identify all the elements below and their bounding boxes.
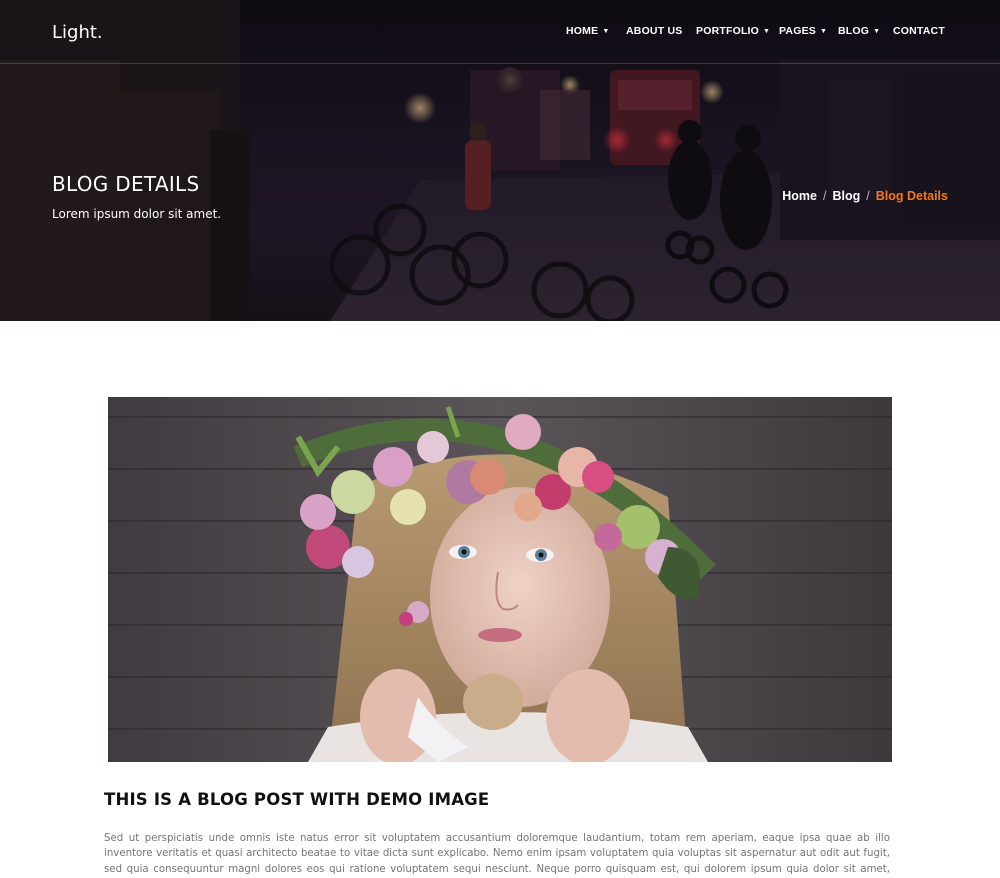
caret-down-icon: ▼: [763, 28, 771, 35]
page-header-hero: Light. HOME ▼ ABOUT US PORTFOLIO ▼ PAGES ▼ …: [0, 0, 1000, 321]
top-navbar: Light. HOME ▼ ABOUT US PORTFOLIO ▼ PAGES ▼ …: [0, 0, 1000, 64]
demo-image-girl-flower-crown: [108, 397, 892, 762]
blog-post-title: THIS IS A BLOG POST WITH DEMO IMAGE: [104, 790, 490, 809]
nav-item-label: PORTFOLIO: [696, 25, 760, 37]
main-nav: HOME ▼ ABOUT US PORTFOLIO ▼ PAGES ▼ BLOG ▼ C…: [0, 25, 1000, 41]
nav-item-label: PAGES: [779, 25, 816, 37]
nav-item-label: CONTACT: [893, 25, 945, 37]
breadcrumb-home-link[interactable]: Home: [782, 189, 817, 203]
breadcrumb-separator: /: [823, 189, 827, 203]
caret-down-icon: ▼: [602, 28, 610, 35]
nav-item-label: BLOG: [838, 25, 870, 37]
page-title: BLOG DETAILS: [52, 172, 200, 196]
breadcrumb-blog-link[interactable]: Blog: [832, 189, 860, 203]
breadcrumb-separator: /: [866, 189, 870, 203]
caret-down-icon: ▼: [873, 28, 881, 35]
nav-item-blog[interactable]: BLOG ▼: [838, 25, 880, 37]
nav-item-label: HOME: [566, 25, 599, 37]
nav-item-about-us[interactable]: ABOUT US: [626, 25, 682, 37]
nav-item-label: ABOUT US: [626, 25, 683, 37]
blog-post-image: [108, 397, 892, 762]
page-subtitle: Lorem ipsum dolor sit amet.: [52, 207, 222, 221]
breadcrumb-current: Blog Details: [875, 189, 948, 203]
nav-item-home[interactable]: HOME ▼: [566, 25, 609, 37]
breadcrumb: Home / Blog / Blog Details: [782, 189, 948, 203]
nav-item-portfolio[interactable]: PORTFOLIO ▼: [696, 25, 770, 37]
blog-post-body: Sed ut perspiciatis unde omnis iste natu…: [104, 833, 890, 875]
nav-item-contact[interactable]: CONTACT: [893, 25, 945, 37]
nav-item-pages[interactable]: PAGES ▼: [779, 25, 827, 37]
caret-down-icon: ▼: [819, 28, 828, 35]
